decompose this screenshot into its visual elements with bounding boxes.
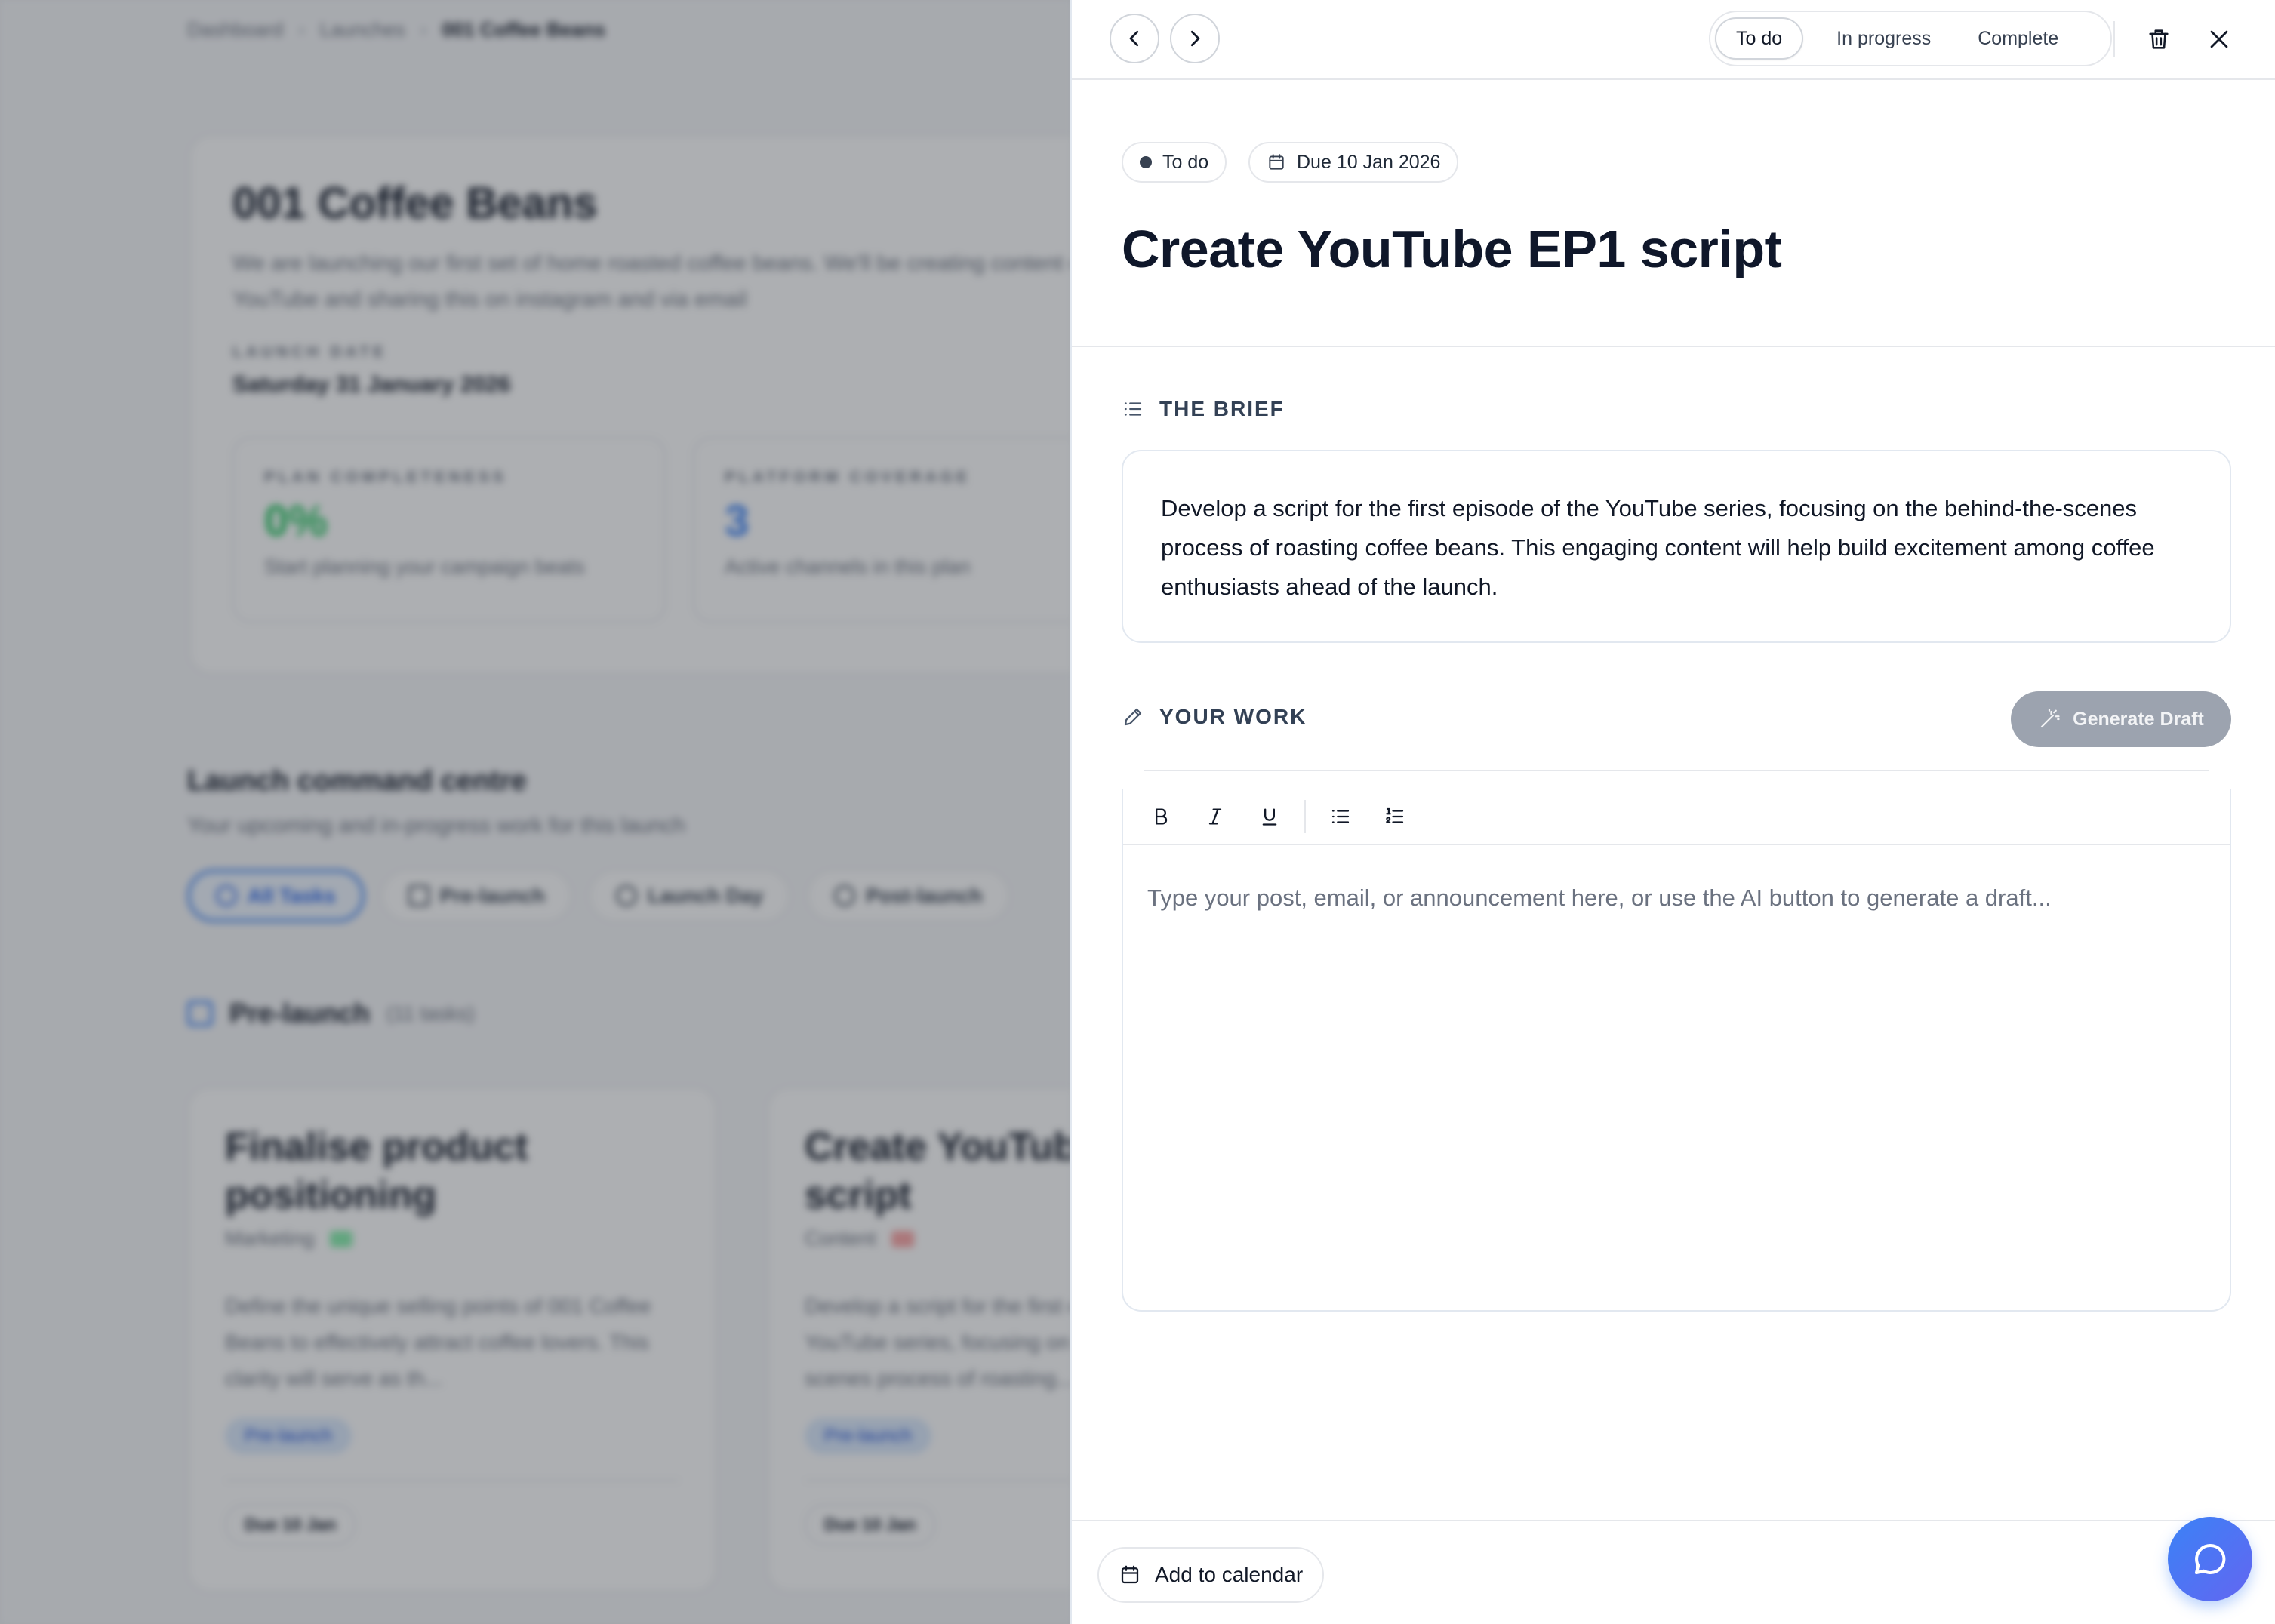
previous-task-button[interactable] <box>1110 14 1159 63</box>
chevron-left-icon <box>1129 30 1139 47</box>
generate-draft-label: Generate Draft <box>2073 708 2204 730</box>
add-to-calendar-button[interactable]: Add to calendar <box>1097 1547 1325 1603</box>
work-section-label: YOUR WORK <box>1122 705 1307 729</box>
italic-button[interactable] <box>1191 792 1239 841</box>
task-drawer: To do In progress Complete To do Due 10 … <box>1070 0 2275 1624</box>
underline-icon <box>1262 808 1277 826</box>
brief-label: THE BRIEF <box>1159 397 1285 420</box>
drawer-header: To do Due 10 Jan 2026 Create YouTube EP1… <box>1072 80 2275 347</box>
trash-icon <box>2149 29 2169 49</box>
due-date-label: Due 10 Jan 2026 <box>1297 151 1441 173</box>
status-dot <box>1140 156 1152 168</box>
pencil-icon <box>1124 708 1142 726</box>
chat-launcher-button[interactable] <box>2168 1517 2252 1601</box>
status-segmented-control: To do In progress Complete <box>1709 11 2112 66</box>
work-label: YOUR WORK <box>1159 705 1307 728</box>
status-option-complete[interactable]: Complete <box>1958 17 2078 60</box>
bold-icon <box>1156 808 1168 825</box>
add-to-calendar-label: Add to calendar <box>1155 1563 1304 1586</box>
divider <box>1144 770 2209 771</box>
drawer-footer: Add to calendar <box>1072 1520 2275 1624</box>
list-icon <box>1124 402 1142 416</box>
divider <box>2113 21 2115 57</box>
status-option-in-progress[interactable]: In progress <box>1817 17 1950 60</box>
brief-text: Develop a script for the first episode o… <box>1122 450 2231 643</box>
bold-button[interactable] <box>1137 792 1185 841</box>
status-pill: To do <box>1122 142 1227 183</box>
editor-toolbar <box>1123 789 2230 845</box>
due-date-pill: Due 10 Jan 2026 <box>1248 142 1459 183</box>
delete-task-button[interactable] <box>2135 15 2183 63</box>
status-option-to-do[interactable]: To do <box>1715 17 1804 60</box>
numbered-list-icon <box>1386 807 1404 823</box>
modal-backdrop[interactable] <box>0 0 1072 1624</box>
magic-wand-icon <box>2041 709 2060 728</box>
bullet-list-button[interactable] <box>1316 792 1365 841</box>
task-title: Create YouTube EP1 script <box>1122 220 1782 278</box>
editor-input[interactable]: Type your post, email, or announcement h… <box>1147 884 2204 912</box>
status-pill-label: To do <box>1162 151 1209 173</box>
underline-button[interactable] <box>1245 792 1294 841</box>
next-task-button[interactable] <box>1170 14 1220 63</box>
rich-text-editor: Type your post, email, or announcement h… <box>1122 789 2231 1312</box>
chat-bubble-icon <box>2194 1543 2226 1575</box>
close-drawer-button[interactable] <box>2195 15 2243 63</box>
close-icon <box>2210 30 2228 48</box>
drawer-topbar: To do In progress Complete <box>1072 0 2275 80</box>
brief-section-label: THE BRIEF <box>1122 397 1285 421</box>
toolbar-divider <box>1304 800 1306 833</box>
calendar-icon <box>1121 1565 1139 1584</box>
calendar-icon <box>1269 154 1284 170</box>
chevron-right-icon <box>1190 30 1200 47</box>
numbered-list-button[interactable] <box>1371 792 1419 841</box>
italic-icon <box>1208 808 1222 825</box>
generate-draft-button[interactable]: Generate Draft <box>2011 691 2231 747</box>
bullet-list-icon <box>1331 810 1350 823</box>
